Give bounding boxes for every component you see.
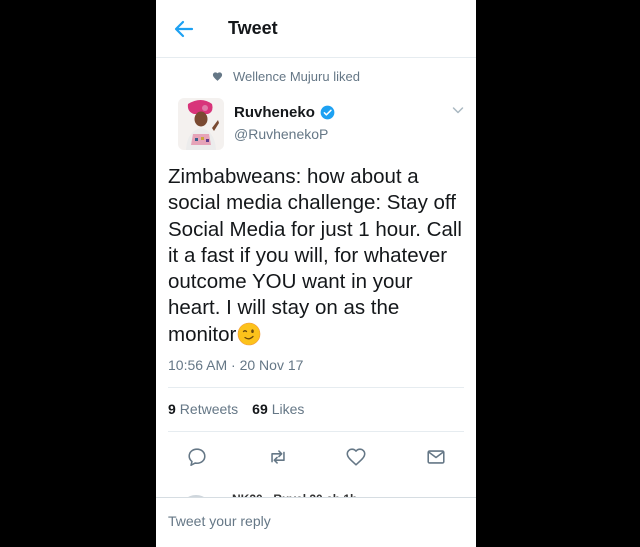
avatar[interactable] (178, 98, 224, 150)
tweet-body: Zimbabweans: how about a social media ch… (168, 165, 462, 346)
retweet-icon[interactable] (267, 446, 289, 468)
retweets-label: Retweets (179, 401, 239, 417)
likes-stat[interactable]: 69 Likes (252, 401, 304, 417)
likes-count: 69 (252, 401, 268, 417)
like-icon[interactable] (345, 446, 367, 468)
author-name[interactable]: Ruvheneko (234, 104, 315, 121)
divider (168, 431, 464, 432)
heart-icon (212, 71, 223, 81)
reply-icon[interactable] (186, 446, 208, 468)
chevron-down-icon[interactable] (452, 104, 464, 116)
social-context: Wellence Mujuru liked (212, 68, 360, 84)
reply-input[interactable] (168, 513, 458, 529)
reply-bar (156, 497, 476, 547)
retweets-count: 9 (168, 401, 176, 417)
tweet-actions (156, 446, 476, 470)
winking-face-emoji (238, 322, 261, 346)
page-title: Tweet (228, 18, 278, 38)
arrow-left-icon[interactable] (172, 17, 196, 41)
author-name-row[interactable]: Ruvheneko (234, 104, 335, 121)
top-bar: Tweet (156, 0, 476, 58)
phone-screen: Tweet Wellence Mujuru liked Ruvheneko @R… (156, 0, 476, 547)
tweet-text: Zimbabweans: how about a social media ch… (168, 164, 464, 348)
tweet-timestamp: 10:56 AM · 20 Nov 17 (168, 357, 304, 373)
tweet-stats: 9 Retweets 69 Likes (168, 401, 318, 417)
author-handle[interactable]: @RuvhenekoP (234, 126, 328, 142)
share-icon[interactable] (425, 446, 447, 468)
avatar-image (178, 98, 224, 150)
retweets-stat[interactable]: 9 Retweets (168, 401, 238, 417)
social-context-text: Wellence Mujuru liked (233, 68, 360, 84)
divider (168, 387, 464, 388)
verified-badge-icon (320, 105, 335, 120)
likes-label: Likes (271, 401, 305, 417)
